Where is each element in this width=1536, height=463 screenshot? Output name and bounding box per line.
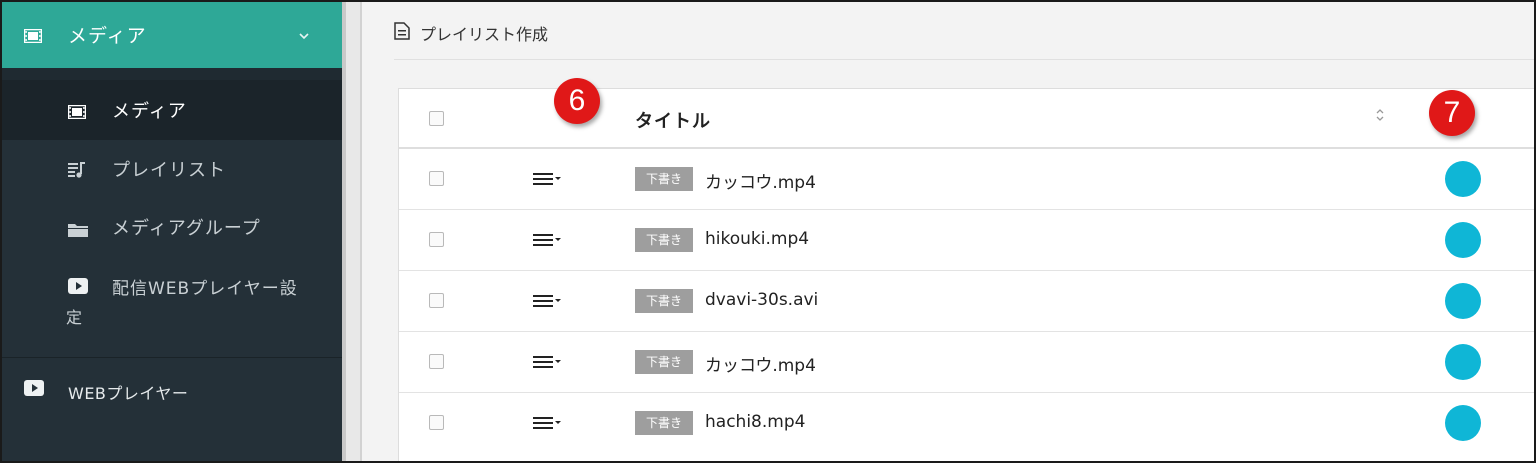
status-dot [1445,405,1481,441]
file-name[interactable]: hachi8.mp4 [705,412,805,432]
file-name[interactable]: カッコウ.mp4 [705,168,816,193]
sidebar-item-label: プレイリスト [112,160,226,181]
sort-icon[interactable] [1375,107,1385,127]
sidebar-item-label: メディア [112,101,187,122]
column-header-title[interactable]: タイトル [635,107,711,133]
chevron-down-icon [298,26,310,45]
sidebar-item-playlist[interactable]: プレイリスト [2,140,342,198]
playlist-icon [68,161,86,183]
sidebar: メディア メディア プレイリスト メディアグループ 配信WEBプレイヤー設 定 … [2,2,342,461]
film-icon [67,104,87,123]
sidebar-item-media-group[interactable]: メディアグループ [2,198,342,256]
select-all-checkbox[interactable] [429,111,444,126]
row-checkbox[interactable] [429,293,444,308]
row-menu-icon[interactable] [533,232,565,251]
film-icon [23,28,43,47]
status-dot [1445,283,1481,319]
sidebar-item-player-settings[interactable]: 配信WEBプレイヤー設 定 [2,256,342,356]
status-badge: 下書き [635,289,693,313]
main-content: プレイリスト作成 タイトル 下書き カッコウ.mp4 下書き hikouki.m… [362,2,1534,461]
callout-marker-6: 6 [554,78,600,124]
sidebar-section-web-player[interactable]: WEBプレイヤー [2,358,342,422]
sidebar-item-label-line2: 定 [66,308,84,327]
row-checkbox[interactable] [429,354,444,369]
folder-icon [68,222,88,241]
app-window: メディア メディア プレイリスト メディアグループ 配信WEBプレイヤー設 定 … [0,0,1536,463]
sidebar-spacer [2,68,342,80]
status-dot [1445,344,1481,380]
table-row[interactable]: 下書き カッコウ.mp4 [399,332,1534,393]
row-checkbox[interactable] [429,415,444,430]
page-title: プレイリスト作成 [420,25,549,44]
status-badge: 下書き [635,167,693,191]
sidebar-item-label: メディアグループ [112,218,261,239]
row-checkbox[interactable] [429,171,444,186]
breadcrumb: プレイリスト作成 [394,20,548,46]
status-badge: 下書き [635,411,693,435]
status-badge: 下書き [635,228,693,252]
table-row[interactable]: 下書き hachi8.mp4 [399,393,1534,453]
file-name[interactable]: dvavi-30s.avi [705,290,818,310]
row-menu-icon[interactable] [533,293,565,312]
sidebar-section-label: メディア [68,25,147,47]
table-row[interactable]: 下書き カッコウ.mp4 [399,149,1534,210]
sidebar-item-media[interactable]: メディア [2,80,342,140]
youtube-play-icon [24,380,44,400]
callout-marker-7: 7 [1429,90,1475,136]
document-icon [394,22,410,44]
row-checkbox[interactable] [429,232,444,247]
sidebar-section-label: WEBプレイヤー [68,384,189,403]
sidebar-item-label-line1: 配信WEBプレイヤー設 [112,279,298,299]
youtube-play-icon [68,278,88,298]
table-row[interactable]: 下書き hikouki.mp4 [399,210,1534,271]
row-menu-icon[interactable] [533,415,565,434]
divider [394,59,1534,60]
file-name[interactable]: hikouki.mp4 [705,229,809,249]
sidebar-section-media[interactable]: メディア [2,2,342,68]
file-name[interactable]: カッコウ.mp4 [705,351,816,376]
row-menu-icon[interactable] [533,354,565,373]
row-menu-icon[interactable] [533,171,565,190]
media-table: タイトル 下書き カッコウ.mp4 下書き hikouki.mp4 下書き dv… [398,88,1534,461]
status-badge: 下書き [635,350,693,374]
status-dot [1445,161,1481,197]
status-dot [1445,222,1481,258]
table-row[interactable]: 下書き dvavi-30s.avi [399,271,1534,332]
